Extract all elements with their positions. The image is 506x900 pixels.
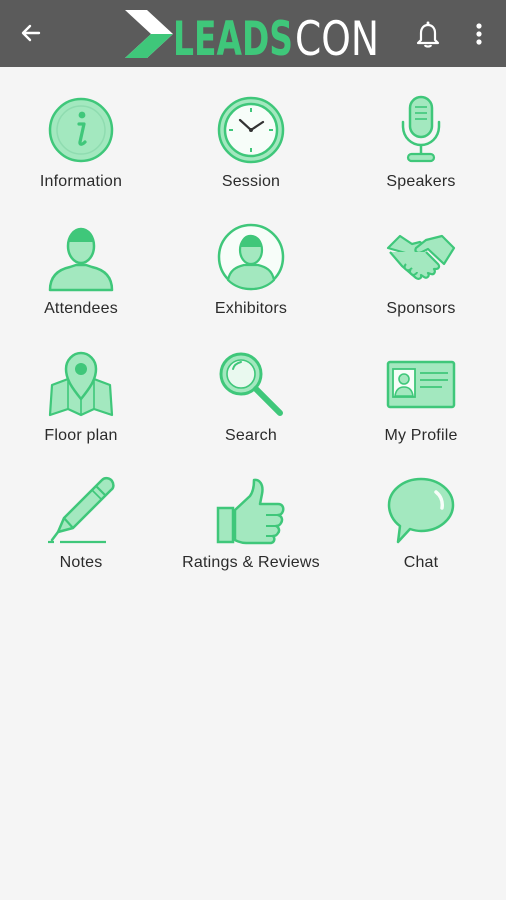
clock-icon	[216, 95, 286, 165]
menu-item-exhibitors[interactable]: Exhibitors	[171, 222, 331, 337]
menu-item-notes[interactable]: Notes	[1, 476, 161, 591]
menu-item-sponsors[interactable]: Sponsors	[341, 222, 501, 337]
menu-item-speakers[interactable]: Speakers	[341, 95, 501, 210]
speech-bubble-icon	[386, 476, 456, 546]
microphone-icon	[386, 95, 456, 165]
map-pin-icon	[46, 349, 116, 419]
menu-label: Notes	[59, 554, 103, 571]
more-vert-icon	[476, 23, 482, 45]
menu-item-search[interactable]: Search	[171, 349, 331, 464]
pen-icon	[46, 476, 116, 546]
menu-item-floor-plan[interactable]: Floor plan	[1, 349, 161, 464]
menu-item-attendees[interactable]: Attendees	[1, 222, 161, 337]
menu-label: Speakers	[386, 173, 456, 190]
thumbs-up-icon	[216, 476, 286, 546]
notifications-button[interactable]	[410, 16, 446, 52]
menu-label: Floor plan	[44, 427, 118, 444]
menu-item-chat[interactable]: Chat	[341, 476, 501, 591]
magnifier-icon	[216, 349, 286, 419]
menu-label: Chat	[403, 554, 439, 571]
handshake-icon	[386, 222, 456, 292]
menu-item-ratings-reviews[interactable]: Ratings & Reviews	[171, 476, 331, 591]
leadscon-logo: LEADS CON	[125, 6, 381, 67]
menu-label: Information	[39, 173, 123, 190]
menu-label: Session	[221, 173, 281, 190]
menu-label: Search	[225, 427, 277, 444]
menu-item-information[interactable]: Information	[1, 95, 161, 210]
arrow-back-icon	[21, 24, 41, 42]
menu-item-my-profile[interactable]: My Profile	[341, 349, 501, 464]
person-circle-icon	[216, 222, 286, 292]
more-options-button[interactable]	[468, 18, 490, 50]
person-icon	[46, 222, 116, 292]
info-icon	[46, 95, 116, 165]
app-bar: LEADS CON	[0, 0, 506, 67]
id-card-icon	[386, 349, 456, 419]
menu-label: Ratings & Reviews	[182, 554, 320, 571]
menu-label: Attendees	[44, 300, 118, 317]
menu-item-session[interactable]: Session	[171, 95, 331, 210]
brand-leads: LEADS	[173, 12, 293, 62]
brand-con: CON	[295, 12, 379, 62]
menu-label: Sponsors	[386, 300, 456, 317]
bell-icon	[416, 21, 440, 48]
menu-label: My Profile	[384, 427, 458, 444]
menu-label: Exhibitors	[214, 300, 288, 317]
back-button[interactable]	[14, 18, 48, 48]
